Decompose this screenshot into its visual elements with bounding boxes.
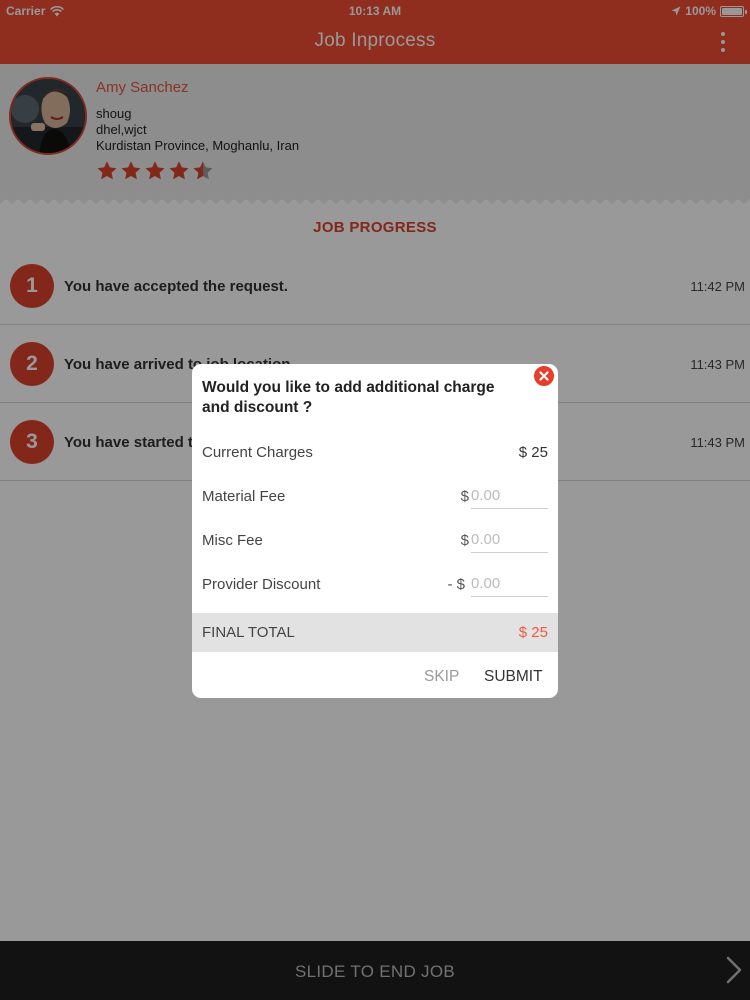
material-fee-currency: $ [460, 488, 469, 505]
misc-fee-label: Misc Fee [202, 532, 263, 549]
provider-discount-currency: - $ [447, 576, 465, 593]
close-x-glyph [539, 371, 549, 381]
current-charges-label: Current Charges [202, 444, 313, 461]
provider-discount-label: Provider Discount [202, 576, 321, 593]
final-total-row: FINAL TOTAL $ 25 [192, 613, 558, 652]
submit-button[interactable]: SUBMIT [484, 668, 543, 686]
additional-charge-dialog: Would you like to add additional charge … [192, 364, 558, 698]
current-charges-value: $ 25 [518, 444, 548, 461]
final-total-value: $ 25 [518, 624, 548, 641]
skip-button[interactable]: SKIP [424, 668, 459, 686]
final-total-label: FINAL TOTAL [202, 624, 295, 641]
misc-fee-currency: $ [460, 532, 469, 549]
provider-discount-input[interactable] [471, 571, 548, 597]
material-fee-input[interactable] [471, 483, 548, 509]
close-icon[interactable] [532, 364, 556, 388]
misc-fee-input[interactable] [471, 527, 548, 553]
material-fee-label: Material Fee [202, 488, 286, 505]
dialog-title: Would you like to add additional charge … [202, 379, 495, 416]
